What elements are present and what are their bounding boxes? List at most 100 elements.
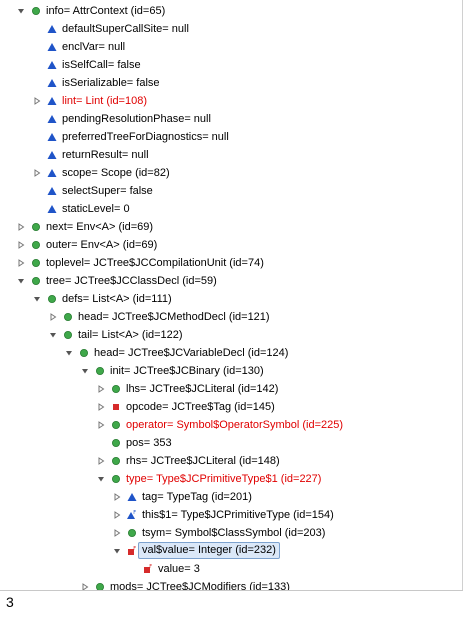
tree-row-label: this$1= Type$JCPrimitiveType (id=154) [142, 509, 334, 521]
tree-row-label: tail= List<A> (id=122) [78, 329, 183, 341]
tree-row-label: rhs= JCTree$JCLiteral (id=148) [126, 455, 280, 467]
green-circle-icon [31, 258, 41, 268]
blue-triangle-icon [47, 186, 57, 196]
variables-tree[interactable]: info= AttrContext (id=65) defaultSuperCal… [0, 0, 463, 590]
blue-triangle-icon [47, 114, 57, 124]
tree-row-label: enclVar= null [62, 41, 126, 53]
tree-row-label: val$value= Integer (id=232) [138, 542, 280, 559]
expand-open-icon[interactable] [17, 7, 25, 15]
svg-text:F: F [133, 510, 136, 516]
tree-row[interactable]: head= JCTree$JCVariableDecl (id=124) [0, 344, 462, 362]
tree-row-label: head= JCTree$JCVariableDecl (id=124) [94, 347, 289, 359]
tree-row[interactable]: init= JCTree$JCBinary (id=130) [0, 362, 462, 380]
tree-row[interactable]: mods= JCTree$JCModifiers (id=133) [0, 578, 462, 590]
expand-closed-icon[interactable] [17, 241, 25, 249]
tree-row[interactable]: Fthis$1= Type$JCPrimitiveType (id=154) [0, 506, 462, 524]
tree-row[interactable]: lhs= JCTree$JCLiteral (id=142) [0, 380, 462, 398]
tree-row[interactable]: preferredTreeForDiagnostics= null [0, 128, 462, 146]
blue-triangle-icon [47, 60, 57, 70]
tree-row-label: preferredTreeForDiagnostics= null [62, 131, 229, 143]
expand-closed-icon[interactable] [113, 511, 121, 519]
tree-row[interactable]: tail= List<A> (id=122) [0, 326, 462, 344]
expand-closed-icon[interactable] [113, 529, 121, 537]
red-square-icon [111, 402, 121, 412]
tree-row[interactable]: isSelfCall= false [0, 56, 462, 74]
green-circle-icon [111, 384, 121, 394]
tree-row[interactable]: Fval$value= Integer (id=232) [0, 542, 462, 560]
tree-row[interactable]: lint= Lint (id=108) [0, 92, 462, 110]
tree-row[interactable]: Fvalue= 3 [0, 560, 462, 578]
tree-row[interactable]: selectSuper= false [0, 182, 462, 200]
tree-row-label: info= AttrContext (id=65) [46, 5, 166, 17]
expand-closed-icon[interactable] [33, 169, 41, 177]
expand-open-icon[interactable] [81, 367, 89, 375]
tree-row-label: value= 3 [158, 563, 200, 575]
tree-row-label: defs= List<A> (id=111) [62, 293, 172, 305]
blue-triangle-icon [47, 42, 57, 52]
tree-row[interactable]: tag= TypeTag (id=201) [0, 488, 462, 506]
tree-row-label: opcode= JCTree$Tag (id=145) [126, 401, 275, 413]
expand-closed-icon[interactable] [17, 223, 25, 231]
expand-open-icon[interactable] [33, 295, 41, 303]
blue-triangle-icon [127, 492, 137, 502]
tree-row[interactable]: scope= Scope (id=82) [0, 164, 462, 182]
tree-row[interactable]: opcode= JCTree$Tag (id=145) [0, 398, 462, 416]
green-circle-icon [63, 330, 73, 340]
tree-row[interactable]: tree= JCTree$JCClassDecl (id=59) [0, 272, 462, 290]
tree-row[interactable]: type= Type$JCPrimitiveType$1 (id=227) [0, 470, 462, 488]
tree-row-label: isSerializable= false [62, 77, 160, 89]
green-circle-icon [111, 474, 121, 484]
tree-row[interactable]: toplevel= JCTree$JCCompilationUnit (id=7… [0, 254, 462, 272]
tree-row-label: lhs= JCTree$JCLiteral (id=142) [126, 383, 279, 395]
tree-row[interactable]: isSerializable= false [0, 74, 462, 92]
tree-row-label: head= JCTree$JCMethodDecl (id=121) [78, 311, 270, 323]
green-circle-icon [47, 294, 57, 304]
detail-pane[interactable]: 3 [0, 591, 463, 627]
tree-row-label: toplevel= JCTree$JCCompilationUnit (id=7… [46, 257, 264, 269]
tree-row[interactable]: rhs= JCTree$JCLiteral (id=148) [0, 452, 462, 470]
expand-open-icon[interactable] [97, 475, 105, 483]
tree-row[interactable]: enclVar= null [0, 38, 462, 56]
expand-closed-icon[interactable] [17, 259, 25, 267]
tree-row-label: type= Type$JCPrimitiveType$1 (id=227) [126, 473, 322, 485]
tree-row[interactable]: head= JCTree$JCMethodDecl (id=121) [0, 308, 462, 326]
tree-row-label: scope= Scope (id=82) [62, 167, 170, 179]
tree-row-label: mods= JCTree$JCModifiers (id=133) [110, 581, 290, 590]
blue-triangle-icon [47, 78, 57, 88]
blue-triangle-icon [47, 24, 57, 34]
tree-row-label: tree= JCTree$JCClassDecl (id=59) [46, 275, 217, 287]
tree-row-label: returnResult= null [62, 149, 149, 161]
tree-row[interactable]: next= Env<A> (id=69) [0, 218, 462, 236]
expand-closed-icon[interactable] [33, 97, 41, 105]
green-circle-icon [111, 438, 121, 448]
tree-row-label: operator= Symbol$OperatorSymbol (id=225) [126, 419, 344, 431]
detail-value-text: 3 [6, 594, 14, 610]
tree-row[interactable]: tsym= Symbol$ClassSymbol (id=203) [0, 524, 462, 542]
tree-row[interactable]: outer= Env<A> (id=69) [0, 236, 462, 254]
tree-row[interactable]: operator= Symbol$OperatorSymbol (id=225) [0, 416, 462, 434]
tree-row[interactable]: returnResult= null [0, 146, 462, 164]
expand-open-icon[interactable] [49, 331, 57, 339]
tree-row-label: pos= 353 [126, 437, 172, 449]
green-circle-icon [127, 528, 137, 538]
expand-closed-icon[interactable] [113, 493, 121, 501]
tree-row-label: selectSuper= false [62, 185, 153, 197]
tree-row[interactable]: defaultSuperCallSite= null [0, 20, 462, 38]
expand-open-icon[interactable] [113, 547, 121, 555]
tree-row[interactable]: staticLevel= 0 [0, 200, 462, 218]
tree-row[interactable]: pendingResolutionPhase= null [0, 110, 462, 128]
tree-row[interactable]: pos= 353 [0, 434, 462, 452]
expand-open-icon[interactable] [17, 277, 25, 285]
expand-closed-icon[interactable] [97, 403, 105, 411]
expand-closed-icon[interactable] [49, 313, 57, 321]
expand-closed-icon[interactable] [81, 583, 89, 590]
tree-row[interactable]: info= AttrContext (id=65) [0, 2, 462, 20]
expand-open-icon[interactable] [65, 349, 73, 357]
tree-row-label: tag= TypeTag (id=201) [142, 491, 252, 503]
expand-closed-icon[interactable] [97, 421, 105, 429]
svg-text:F: F [149, 564, 152, 570]
expand-closed-icon[interactable] [97, 457, 105, 465]
svg-text:F: F [133, 546, 136, 552]
tree-row[interactable]: defs= List<A> (id=111) [0, 290, 462, 308]
expand-closed-icon[interactable] [97, 385, 105, 393]
